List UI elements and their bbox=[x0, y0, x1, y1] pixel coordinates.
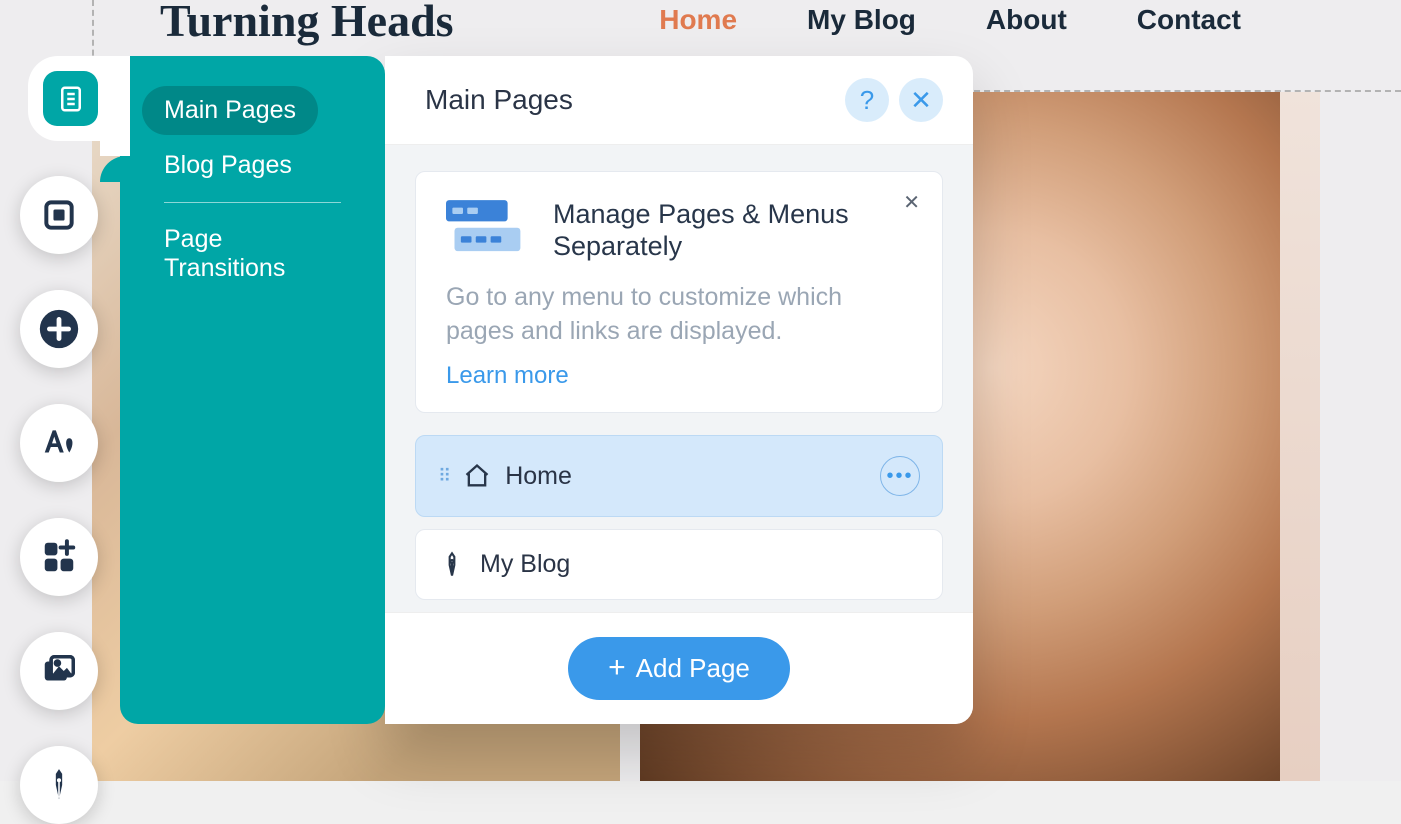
tool-blog-button[interactable] bbox=[20, 746, 98, 824]
apps-icon bbox=[40, 538, 78, 576]
nav-link-blog[interactable]: My Blog bbox=[807, 4, 916, 36]
tool-pages-button[interactable] bbox=[28, 56, 113, 141]
panel-title: Main Pages bbox=[425, 84, 835, 116]
tool-apps-button[interactable] bbox=[20, 518, 98, 596]
site-title[interactable]: Turning Heads bbox=[160, 0, 454, 47]
theme-icon bbox=[40, 424, 78, 462]
media-icon bbox=[40, 652, 78, 690]
section-icon bbox=[40, 196, 78, 234]
pen-icon bbox=[438, 551, 466, 579]
category-divider bbox=[164, 202, 341, 203]
panel-footer: + Add Page bbox=[385, 612, 973, 724]
category-main-pages[interactable]: Main Pages bbox=[142, 86, 318, 135]
panel-body: ✕ Manage Pages & Menus Separately bbox=[385, 145, 973, 612]
panel-header: Main Pages ? ✕ bbox=[385, 56, 973, 145]
menus-illustration-icon bbox=[446, 198, 531, 260]
drag-handle-icon[interactable]: ⠿ bbox=[438, 466, 449, 487]
info-card-close-button[interactable]: ✕ bbox=[903, 190, 920, 215]
close-icon: ✕ bbox=[910, 85, 932, 116]
add-page-label: Add Page bbox=[636, 653, 750, 684]
more-icon: ••• bbox=[886, 465, 913, 488]
site-header[interactable]: Turning Heads Home My Blog About Contact bbox=[0, 0, 1401, 60]
help-icon: ? bbox=[860, 85, 874, 116]
page-item-my-blog[interactable]: My Blog bbox=[415, 529, 943, 600]
info-card: ✕ Manage Pages & Menus Separately bbox=[415, 171, 943, 413]
help-button[interactable]: ? bbox=[845, 78, 889, 122]
page-list: ⠿ Home ••• bbox=[415, 435, 943, 600]
page-item-label: Home bbox=[505, 462, 572, 491]
pages-icon bbox=[56, 84, 86, 114]
site-nav: Home My Blog About Contact bbox=[659, 4, 1241, 36]
page-item-home[interactable]: ⠿ Home ••• bbox=[415, 435, 943, 517]
home-icon bbox=[463, 462, 491, 490]
nav-link-contact[interactable]: Contact bbox=[1137, 4, 1241, 36]
close-icon: ✕ bbox=[903, 192, 920, 214]
info-card-title: Manage Pages & Menus Separately bbox=[553, 198, 912, 263]
tool-add-button[interactable] bbox=[20, 290, 98, 368]
tool-media-button[interactable] bbox=[20, 632, 98, 710]
tool-theme-button[interactable] bbox=[20, 404, 98, 482]
page-item-more-button[interactable]: ••• bbox=[880, 456, 920, 496]
tool-section-button[interactable] bbox=[20, 176, 98, 254]
plus-icon: + bbox=[608, 659, 626, 677]
info-card-description: Go to any menu to customize which pages … bbox=[446, 281, 912, 349]
nav-link-home[interactable]: Home bbox=[659, 4, 737, 36]
category-page-transitions[interactable]: Page Transitions bbox=[142, 209, 363, 299]
pages-panel: Main Pages ? ✕ ✕ bbox=[385, 56, 973, 724]
pen-nib-icon bbox=[40, 766, 78, 804]
close-panel-button[interactable]: ✕ bbox=[899, 78, 943, 122]
left-toolbar bbox=[20, 58, 98, 824]
info-card-learn-more-link[interactable]: Learn more bbox=[446, 362, 912, 390]
nav-link-about[interactable]: About bbox=[986, 4, 1067, 36]
pages-category-sidebar: Main Pages Blog Pages Page Transitions bbox=[120, 56, 385, 724]
hero-image-right-edge bbox=[1280, 92, 1320, 781]
plus-circle-icon bbox=[36, 306, 82, 352]
category-blog-pages[interactable]: Blog Pages bbox=[142, 135, 363, 196]
page-item-label: My Blog bbox=[480, 550, 570, 579]
add-page-button[interactable]: + Add Page bbox=[568, 637, 790, 700]
